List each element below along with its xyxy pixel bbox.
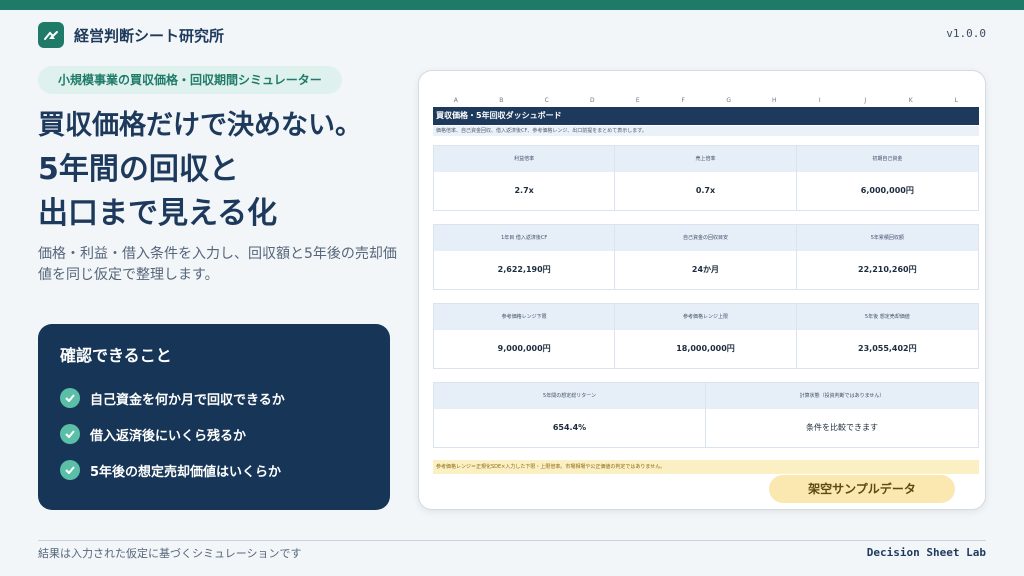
column-header: J [864,97,867,104]
metric-value: 23,055,402円 [796,330,978,368]
brand-logo-icon [38,22,64,48]
metric-cell: 1年目 借入返済後CF 2,622,190円 [434,225,616,289]
column-header: A [453,97,458,104]
features-card: 確認できること 自己資金を何か月で回収できるか 借入返済後にいくら残るか 5年後… [38,324,390,510]
feature-item: 借入返済後にいくら残るか [60,416,368,452]
sheet-subtitle: 価格倍率、自己資金回収、借入返済後CF、参考価格レンジ、出口前提をまとめて表示し… [433,126,979,136]
metric-value: 9,000,000円 [434,330,615,368]
column-header: F [681,97,685,104]
metric-cell: 5年間の想定総リターン 654.4% [434,383,706,447]
metric-label: 5年後 想定売却価値 [796,304,978,330]
metric-label: 5年間の想定総リターン [434,383,705,409]
metric-cell: 利益倍率 2.7x [434,146,616,210]
column-header: C [544,97,549,104]
sheet-note: 参考価格レンジ＝正規化SDE×入力した下限・上限倍率。市場相場や公正価値の判定で… [433,460,979,474]
metrics-row-4: 5年間の想定総リターン 654.4% 計算状態（投資判断ではありません） 条件を比較… [433,382,979,448]
metric-label: 参考価格レンジ上限 [615,304,796,330]
feature-item-text: 借入返済後にいくら残るか [90,428,247,444]
metric-label: 計算状態（投資判断ではありません） [706,383,978,409]
check-icon [60,460,80,480]
metric-label: 売上倍率 [615,146,796,172]
footer-divider [38,540,986,541]
column-header: E [635,97,640,104]
hero-line-1: 買収価格だけで決めない。 [38,110,362,141]
metric-label: 利益倍率 [434,146,615,172]
check-icon [60,388,80,408]
column-header: D [589,97,595,104]
feature-item: 自己資金を何か月で回収できるか [60,380,368,416]
metric-value: 0.7x [615,172,796,210]
metric-cell: 初期自己資金 6,000,000円 [796,146,978,210]
metric-label: 参考価格レンジ下限 [434,304,615,330]
column-headers: A B C D E F G H I J K L [433,97,979,107]
metric-value: 22,210,260円 [796,251,978,289]
metric-value: 条件を比較できます [706,409,978,447]
metric-label: 5年累積回収額 [796,225,978,251]
column-header: B [499,97,504,104]
metric-cell: 参考価格レンジ下限 9,000,000円 [434,304,616,368]
metric-value: 6,000,000円 [796,172,978,210]
metric-cell: 自己資金の回収目安 24か月 [615,225,797,289]
metric-cell: 5年後 想定売却価値 23,055,402円 [796,304,978,368]
check-icon [60,424,80,444]
feature-item-text: 5年後の想定売却価値はいくらか [90,464,282,480]
column-header: H [771,97,777,104]
hero-heading: 買収価格だけで決めない。 5年間の回収と 出口まで見える化 [38,104,362,236]
metric-cell: 5年累積回収額 22,210,260円 [796,225,978,289]
metrics-row-3: 参考価格レンジ下限 9,000,000円 参考価格レンジ上限 18,000,000円… [433,303,979,369]
column-header: K [908,97,913,104]
brand: 経営判断シート研究所 [38,22,224,48]
column-header: G [726,97,732,104]
metric-value: 18,000,000円 [615,330,796,368]
tagline-pill: 小規模事業の買収価格・回収期間シミュレーター [38,66,342,94]
features-card-title: 確認できること [60,346,172,365]
top-accent-bar [0,0,1024,10]
metric-label: 初期自己資金 [796,146,978,172]
footer-brand: Decision Sheet Lab [866,546,986,559]
metric-value: 2.7x [434,172,615,210]
metrics-row-1: 利益倍率 2.7x 売上倍率 0.7x 初期自己資金 6,000,000円 [433,145,979,211]
metric-value: 2,622,190円 [434,251,615,289]
brand-name: 経営判断シート研究所 [74,26,225,45]
metric-cell: 計算状態（投資判断ではありません） 条件を比較できます [706,383,978,447]
metric-label: 自己資金の回収目安 [615,225,796,251]
hero-line-2: 5年間の回収と [38,152,239,187]
sample-data-badge: 架空サンプルデータ [769,475,955,503]
metric-value: 654.4% [434,409,705,447]
feature-item-text: 自己資金を何か月で回収できるか [90,392,285,408]
feature-item: 5年後の想定売却価値はいくらか [60,452,368,488]
hero-description: 価格・利益・借入条件を入力し、回収額と5年後の売却価値を同じ仮定で整理します。 [38,246,397,283]
column-header: I [818,97,821,104]
metrics-row-2: 1年目 借入返済後CF 2,622,190円 自己資金の回収目安 24か月 5年累積… [433,224,979,290]
spreadsheet-preview: A B C D E F G H I J K L 買収価格・5年回収ダッシュボード… [418,70,986,510]
footer-disclaimer: 結果は入力された仮定に基づくシミュレーションです [38,547,302,560]
metric-cell: 参考価格レンジ上限 18,000,000円 [615,304,797,368]
metric-cell: 売上倍率 0.7x [615,146,797,210]
column-header: L [954,97,958,104]
hero-line-3: 出口まで見える化 [38,196,278,231]
version-label: v1.0.0 [946,27,986,40]
metric-value: 24か月 [615,251,796,289]
metric-label: 1年目 借入返済後CF [434,225,615,251]
sheet-title: 買収価格・5年回収ダッシュボード [433,107,979,125]
